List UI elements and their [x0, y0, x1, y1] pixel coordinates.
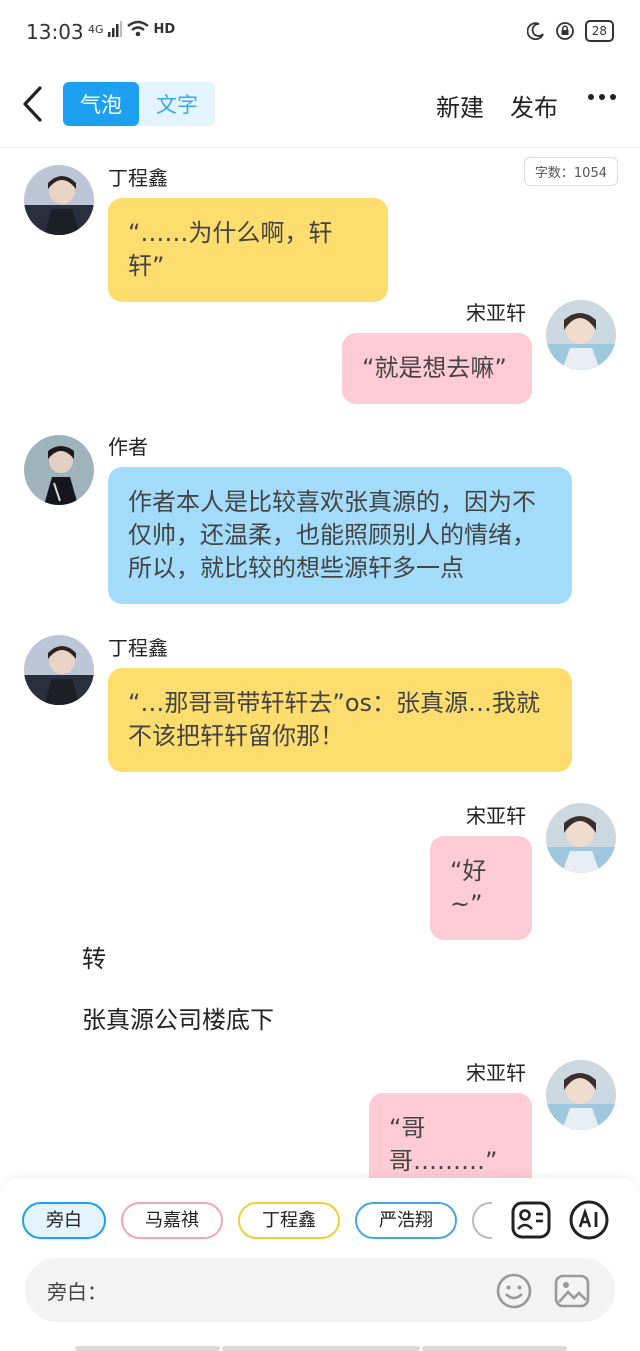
status-bar: 13:03 4G HD 28	[0, 0, 640, 66]
role-chips: 旁白 马嘉祺 丁程鑫 严浩翔 刘耀	[22, 1202, 492, 1239]
wifi-badge: HD	[153, 21, 176, 37]
role-chip[interactable]: 刘耀	[472, 1202, 492, 1239]
message-bubble[interactable]: “…那哥哥带轩轩去”os：张真源…我就不该把轩轩留你那！	[108, 668, 572, 772]
word-count-badge: 字数：1054	[523, 157, 618, 186]
image-icon[interactable]	[553, 1272, 591, 1310]
back-button[interactable]	[18, 84, 48, 124]
role-chip-narration[interactable]: 旁白	[22, 1202, 106, 1239]
input-role-label: 旁白：	[47, 1280, 107, 1304]
avatar[interactable]	[24, 165, 94, 235]
wifi-icon	[126, 20, 149, 37]
tab-text[interactable]: 文字	[139, 82, 215, 126]
sender-name: 丁程鑫	[108, 166, 168, 190]
status-time: 13:03	[26, 20, 84, 44]
signal-icon	[107, 21, 122, 37]
ai-icon[interactable]	[568, 1199, 610, 1241]
sender-name: 宋亚轩	[466, 301, 526, 325]
narration-line[interactable]: 转	[82, 939, 106, 974]
gesture-bar	[422, 1346, 567, 1351]
chat-area[interactable]: 字数：1054 丁程鑫 “……为什么啊，轩轩” 宋亚轩 “就是想去嘛” 作者 作…	[0, 149, 640, 1197]
sender-name: 作者	[108, 435, 148, 459]
message-bubble[interactable]: “好~”	[430, 836, 532, 940]
role-chip[interactable]: 马嘉祺	[121, 1202, 223, 1239]
sender-name: 宋亚轩	[466, 804, 526, 828]
role-chips-scroll[interactable]: 旁白 马嘉祺 丁程鑫 严浩翔 刘耀	[0, 1202, 492, 1242]
message-bubble[interactable]: 作者本人是比较喜欢张真源的，因为不仅帅，还温柔，也能照顾别人的情绪，所以，就比较…	[108, 467, 572, 604]
moon-icon	[526, 22, 544, 40]
new-button[interactable]: 新建	[436, 88, 484, 123]
sender-name: 宋亚轩	[466, 1061, 526, 1085]
message-bubble[interactable]: “……为什么啊，轩轩”	[108, 198, 388, 302]
battery-icon: 28	[584, 20, 614, 42]
emoji-icon[interactable]	[495, 1272, 533, 1310]
message-bubble[interactable]: “就是想去嘛”	[342, 333, 532, 404]
network-status: 4G HD	[88, 20, 175, 38]
avatar[interactable]	[546, 1060, 616, 1130]
sender-name: 丁程鑫	[108, 636, 168, 660]
role-chip[interactable]: 严浩翔	[355, 1202, 457, 1239]
composer-panel: 旁白 马嘉祺 丁程鑫 严浩翔 刘耀 旁白：	[0, 1178, 640, 1351]
avatar[interactable]	[546, 803, 616, 873]
gesture-bar	[75, 1346, 220, 1351]
avatar[interactable]	[24, 435, 94, 505]
message-input[interactable]	[107, 1272, 487, 1308]
contact-card-icon[interactable]	[510, 1199, 552, 1241]
status-right: 28	[526, 20, 614, 42]
mode-switch: 气泡 文字	[63, 82, 215, 126]
gesture-bar	[222, 1346, 420, 1351]
role-chip[interactable]: 丁程鑫	[238, 1202, 340, 1239]
more-dots-icon[interactable]	[588, 94, 616, 100]
avatar[interactable]	[24, 635, 94, 705]
tab-bubble[interactable]: 气泡	[63, 82, 139, 126]
composer-input-bar: 旁白：	[25, 1258, 615, 1322]
top-bar: 气泡 文字 新建 发布	[0, 66, 640, 148]
publish-button[interactable]: 发布	[510, 88, 558, 123]
narration-line[interactable]: 张真源公司楼底下	[82, 1000, 274, 1035]
lock-rotation-icon	[555, 22, 574, 40]
avatar[interactable]	[546, 300, 616, 370]
chevron-left-icon	[23, 86, 42, 122]
network-type: 4G	[88, 22, 104, 36]
